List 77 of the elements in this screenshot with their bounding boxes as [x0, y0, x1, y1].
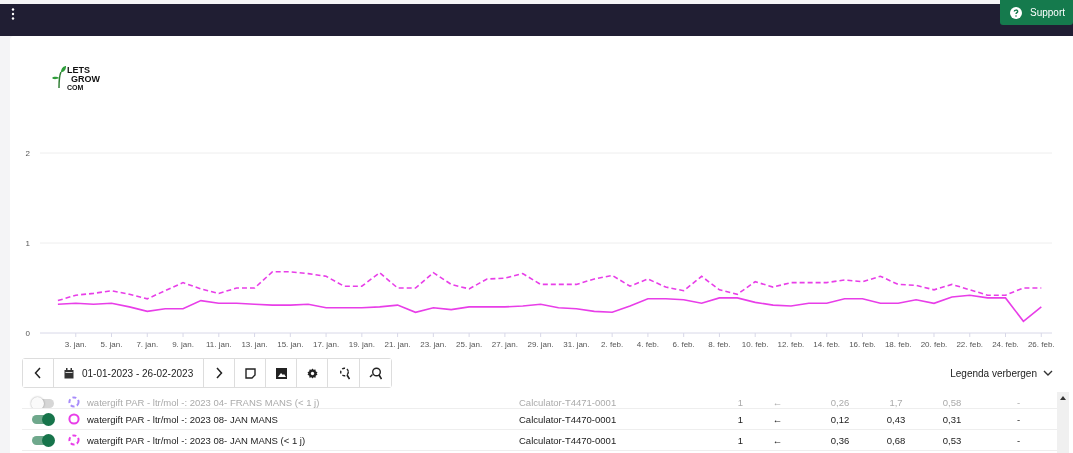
settings-icon — [306, 367, 318, 379]
axis-label: 2 — [25, 149, 30, 158]
table-cell-text: Calculator-T4470-0001 — [519, 434, 618, 446]
series-name: watergift PAR - ltr/mol -: 2023 04- FRANS MANS (< 1 j) — [87, 397, 321, 408]
axis-label: 1 — [25, 239, 30, 248]
axis-label: 12. feb. — [777, 340, 805, 349]
sprout-icon — [52, 66, 66, 88]
help-icon — [1009, 6, 1022, 19]
axis-label: 4. feb. — [636, 340, 660, 349]
table-cell: - — [1016, 434, 1021, 446]
table-cell: 0,43 — [886, 413, 906, 425]
series-name: watergift PAR - ltr/mol -: 2023 08- JAN MANS (< 1 j) — [87, 434, 307, 446]
toggle-switch[interactable] — [32, 414, 54, 424]
axis-label: 7. jan. — [136, 340, 159, 349]
axis-label: 16. feb. — [849, 340, 876, 349]
axis-label: 23. jan. — [420, 340, 447, 349]
table-cell: 0,68 — [886, 434, 906, 446]
table-cell: ← — [772, 397, 783, 408]
table-cell: 0,31 — [942, 413, 962, 425]
table-cell: 1 — [737, 434, 743, 446]
toggle-switch[interactable] — [32, 435, 54, 445]
axis-label: 13. jan. — [241, 340, 268, 349]
image-icon — [275, 367, 287, 379]
axis-label: 22. feb. — [956, 340, 984, 349]
axis-label: 17. jan. — [312, 340, 340, 349]
axis-label: 5. jan. — [100, 340, 123, 349]
axis-label: 11. jan. — [205, 340, 232, 349]
toggle-switch[interactable] — [32, 399, 54, 408]
axis-label: 20. feb. — [920, 340, 948, 349]
axis-label: 2. feb. — [601, 340, 624, 349]
table-cell: 0,58 — [942, 397, 962, 408]
axis-label: 25. jan. — [456, 340, 483, 349]
table-cell: 1,7 — [889, 397, 903, 408]
table-cell: ← — [772, 434, 783, 446]
table-cell: 0,12 — [830, 413, 850, 425]
zoom-icon — [337, 366, 351, 380]
axis-label: 9. jan. — [172, 340, 194, 349]
axis-label: 10. feb. — [741, 340, 769, 349]
menu-icon[interactable] — [11, 8, 15, 20]
calendar-icon — [64, 367, 74, 379]
axis-label: 0 — [25, 329, 30, 338]
chevron-right-icon — [215, 367, 224, 379]
axis-label: 29. jan. — [527, 340, 554, 349]
axis-label: 31. jan. — [563, 340, 590, 349]
scrollbar[interactable] — [1057, 392, 1069, 453]
axis-label: 18. feb. — [884, 340, 912, 349]
axis-label: 14. feb. — [813, 340, 841, 349]
table-cell-text: Calculator-T4470-0001 — [519, 413, 618, 425]
logo-text: GROW — [71, 75, 100, 84]
axis-label: 6. feb. — [672, 340, 695, 349]
table-cell-text: Calculator-T4471-0001 — [519, 397, 618, 408]
table-cell: - — [1016, 413, 1021, 425]
axis-label: 26. feb. — [1027, 340, 1055, 349]
chevron-left-icon — [34, 367, 42, 379]
table-cell: 0,26 — [830, 397, 850, 408]
table-cell: 1 — [737, 397, 743, 408]
table-cell: ← — [772, 413, 783, 425]
axis-label: 21. jan. — [384, 340, 411, 349]
table-cell: - — [1016, 397, 1021, 408]
table-cell: 1 — [737, 413, 743, 425]
chevron-down-icon — [1043, 370, 1053, 376]
axis-label: 27. jan. — [491, 340, 518, 349]
axis-label: 24. feb. — [992, 340, 1019, 349]
axis-label: 3. jan. — [64, 340, 87, 349]
note-icon — [244, 367, 256, 379]
support-button[interactable]: Support — [999, 0, 1073, 25]
previous-button[interactable] — [23, 359, 54, 387]
table-cell: 0,36 — [830, 434, 850, 446]
scroll-up-icon[interactable] — [1060, 396, 1066, 400]
axis-label: 19. jan. — [348, 340, 375, 349]
logo-text: LETS — [67, 66, 91, 75]
legend-toggle[interactable]: Legenda verbergen — [944, 366, 1059, 380]
axis-label: 8. feb. — [708, 340, 731, 349]
zoom-reset-icon — [369, 366, 383, 380]
series-name: watergift PAR - ltr/mol -: 2023 08- JAN MANS — [87, 413, 279, 425]
table-cell: 0,53 — [942, 434, 962, 446]
axis-label: 15. jan. — [277, 340, 304, 349]
